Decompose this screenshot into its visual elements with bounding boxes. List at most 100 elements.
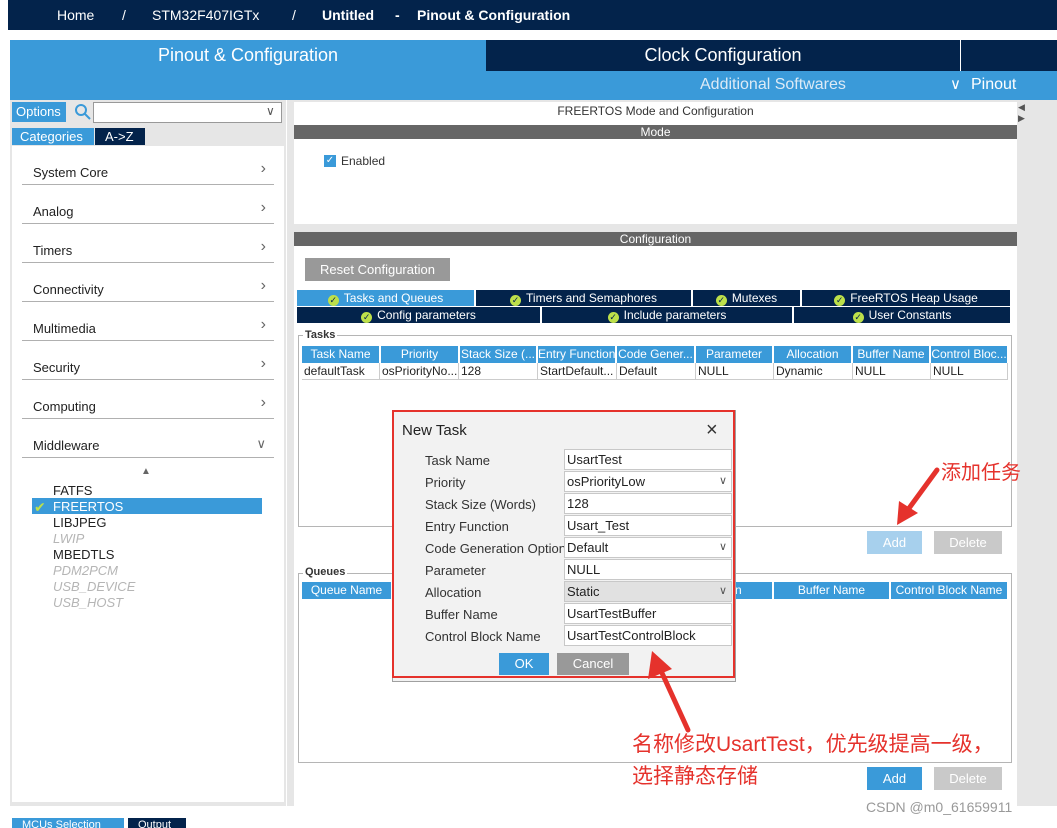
mode-header: Mode bbox=[294, 125, 1017, 139]
table-cell[interactable]: NULL bbox=[696, 363, 774, 380]
column-header[interactable]: Control Bloc... bbox=[931, 346, 1008, 363]
check-circle-icon: ✓ bbox=[834, 295, 846, 306]
add-queue-button[interactable]: Add bbox=[867, 767, 922, 790]
tab-label: Tasks and Queues bbox=[343, 291, 444, 305]
table-cell[interactable]: Default bbox=[617, 363, 696, 380]
category-connectivity[interactable]: Connectivity › bbox=[22, 272, 274, 302]
category-multimedia[interactable]: Multimedia › bbox=[22, 311, 274, 341]
tab-config-parameters[interactable]: ✓ Config parameters bbox=[297, 307, 541, 323]
column-header[interactable]: Stack Size (... bbox=[460, 346, 537, 363]
chevron-right-icon: › bbox=[260, 238, 266, 255]
column-header[interactable]: Code Gener... bbox=[617, 346, 695, 363]
category-label: Computing bbox=[33, 399, 96, 414]
category-label: System Core bbox=[33, 165, 109, 180]
tab-timers-and-semaphores[interactable]: ✓ Timers and Semaphores bbox=[476, 290, 692, 306]
highlight-frame bbox=[392, 410, 735, 678]
tab-clock-configuration[interactable]: Clock Configuration bbox=[486, 40, 960, 71]
tab-categories[interactable]: Categories bbox=[12, 128, 94, 145]
tab-pinout-configuration[interactable]: Pinout & Configuration bbox=[10, 40, 486, 71]
chevron-right-icon: › bbox=[260, 160, 266, 177]
configuration-header: Configuration bbox=[294, 232, 1017, 246]
category-analog[interactable]: Analog › bbox=[22, 194, 274, 224]
breadcrumb-home[interactable]: Home bbox=[57, 7, 94, 23]
middleware-item[interactable]: FATFS bbox=[53, 483, 92, 499]
tab-label: Include parameters bbox=[623, 308, 727, 322]
additional-softwares-button[interactable]: Additional Softwares bbox=[700, 76, 846, 94]
table-cell[interactable]: NULL bbox=[853, 363, 931, 380]
category-system-core[interactable]: System Core › bbox=[22, 155, 274, 185]
enabled-checkbox[interactable]: ✓ bbox=[324, 155, 336, 167]
column-header[interactable]: Allocation bbox=[774, 346, 852, 363]
tab-label: FreeRTOS Heap Usage bbox=[850, 291, 978, 305]
breadcrumb-mcu[interactable]: STM32F407IGTx bbox=[152, 7, 259, 23]
table-cell[interactable]: NULL bbox=[931, 363, 1008, 380]
mode-panel bbox=[294, 102, 1017, 224]
column-header[interactable]: Buffer Name bbox=[853, 346, 930, 363]
annotation-note-line1: 名称修改UsartTest，优先级提高一级， bbox=[632, 733, 994, 756]
check-circle-icon: ✓ bbox=[510, 295, 522, 306]
breadcrumb-separator: / bbox=[292, 7, 296, 23]
check-icon: ✔ bbox=[34, 499, 46, 515]
queues-legend: Queues bbox=[303, 566, 348, 578]
tab-extra[interactable] bbox=[961, 40, 1057, 71]
tab-tasks-and-queues[interactable]: ✓ Tasks and Queues bbox=[297, 290, 475, 306]
chevron-down-icon[interactable]: ∨ bbox=[950, 75, 961, 93]
column-header[interactable]: Entry Function bbox=[538, 346, 616, 363]
tab-include-parameters[interactable]: ✓ Include parameters bbox=[542, 307, 793, 323]
tab-user-constants[interactable]: ✓ User Constants bbox=[794, 307, 1011, 323]
tasks-legend: Tasks bbox=[303, 329, 338, 341]
table-cell[interactable]: osPriorityNo... bbox=[380, 363, 459, 380]
tab-output[interactable]: Output bbox=[128, 818, 186, 828]
tab-a-z[interactable]: A->Z bbox=[95, 128, 145, 145]
collapse-arrow-icon[interactable]: ◀ ▶ bbox=[1018, 102, 1025, 124]
check-circle-icon: ✓ bbox=[607, 312, 619, 323]
category-label: Security bbox=[33, 360, 80, 375]
dropdown-arrow-icon[interactable]: ∨ bbox=[266, 104, 275, 118]
column-header[interactable]: n bbox=[735, 582, 773, 599]
delete-task-button[interactable]: Delete bbox=[934, 531, 1002, 554]
tab-options[interactable]: Options bbox=[12, 102, 66, 122]
category-label: Timers bbox=[33, 243, 73, 258]
add-task-button[interactable]: Add bbox=[867, 531, 922, 554]
delete-queue-button[interactable]: Delete bbox=[934, 767, 1002, 790]
check-circle-icon: ✓ bbox=[852, 312, 864, 323]
search-icon[interactable] bbox=[74, 103, 94, 121]
category-security[interactable]: Security › bbox=[22, 350, 274, 380]
column-header[interactable]: Queue Name bbox=[302, 582, 392, 599]
tab-mcus-selection[interactable]: MCUs Selection bbox=[12, 818, 124, 828]
table-cell[interactable]: defaultTask bbox=[302, 363, 380, 380]
sub-toolbar: Additional Softwares ∨ Pinout bbox=[10, 71, 1057, 100]
column-header[interactable]: Buffer Name bbox=[774, 582, 890, 599]
column-header[interactable]: Parameter bbox=[696, 346, 773, 363]
column-header[interactable]: Priority bbox=[381, 346, 459, 363]
search-input[interactable] bbox=[93, 102, 282, 123]
chevron-right-icon: › bbox=[260, 355, 266, 372]
reset-configuration-button[interactable]: Reset Configuration bbox=[305, 258, 450, 281]
category-label: Analog bbox=[33, 204, 74, 219]
tab-label: Config parameters bbox=[377, 308, 476, 322]
middleware-item-disabled: USB_DEVICE bbox=[53, 579, 136, 594]
tab-freertos-heap-usage[interactable]: ✓ FreeRTOS Heap Usage bbox=[802, 290, 1011, 306]
column-header[interactable]: Control Block Name bbox=[891, 582, 1008, 599]
table-cell[interactable]: 128 bbox=[459, 363, 538, 380]
breadcrumb-project[interactable]: Untitled bbox=[322, 7, 374, 23]
sort-icon[interactable]: ▲ bbox=[141, 466, 151, 477]
tab-mutexes[interactable]: ✓ Mutexes bbox=[693, 290, 801, 306]
annotation-note-line2: 选择静态存储 bbox=[632, 765, 758, 788]
middleware-item[interactable]: MBEDTLS bbox=[53, 547, 114, 563]
table-cell[interactable]: StartDefault... bbox=[538, 363, 617, 380]
annotation-add-task: 添加任务 bbox=[941, 462, 1021, 484]
middleware-item[interactable]: LIBJPEG bbox=[53, 515, 106, 531]
category-label: Middleware bbox=[33, 438, 100, 453]
category-computing[interactable]: Computing › bbox=[22, 389, 274, 419]
category-timers[interactable]: Timers › bbox=[22, 233, 274, 263]
middleware-item-selected[interactable]: FREERTOS bbox=[53, 499, 123, 515]
column-header[interactable]: Task Name bbox=[302, 346, 380, 363]
category-middleware[interactable]: Middleware ∨ bbox=[22, 428, 274, 458]
watermark: CSDN @m0_61659911 bbox=[866, 799, 1013, 815]
category-label: Multimedia bbox=[33, 321, 96, 336]
table-cell[interactable]: Dynamic bbox=[774, 363, 853, 380]
breadcrumb-page: Pinout & Configuration bbox=[417, 7, 571, 23]
pinout-menu-button[interactable]: Pinout bbox=[971, 76, 1016, 94]
arrow-icon bbox=[897, 467, 940, 525]
